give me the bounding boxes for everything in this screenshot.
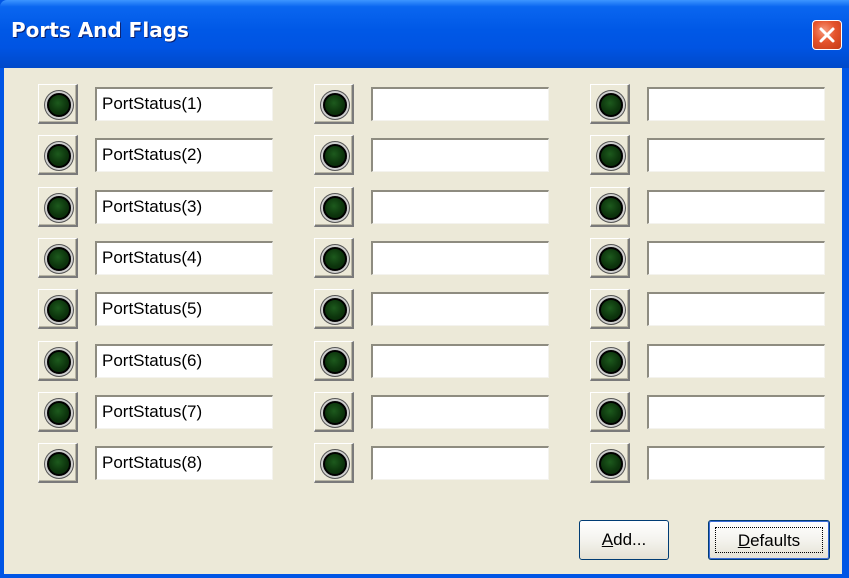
indicator-button[interactable] [314,341,354,381]
led-indicator-icon [599,452,623,476]
led-indicator-icon [323,452,347,476]
indicator-button[interactable] [38,341,78,381]
led-indicator-icon [323,298,347,322]
flag-name-field[interactable] [647,292,825,326]
indicator-button[interactable] [590,135,630,175]
flag-name-field[interactable] [371,87,549,121]
flag-name-field[interactable]: PortStatus(4) [95,241,273,275]
title-bar[interactable]: Ports And Flags [0,0,849,68]
flag-name-field[interactable] [647,87,825,121]
flag-name-field[interactable]: PortStatus(7) [95,395,273,429]
led-indicator-icon [323,247,347,271]
led-indicator-icon [323,401,347,425]
flag-name-field[interactable] [647,241,825,275]
add-button[interactable]: Add... [579,520,669,560]
ports-and-flags-window: Ports And Flags Add... Defaults PortStat… [0,0,849,578]
indicator-button[interactable] [38,187,78,227]
flag-name-field[interactable] [647,446,825,480]
led-indicator-icon [47,452,71,476]
flag-name-field[interactable]: PortStatus(3) [95,190,273,224]
defaults-button-label: efaults [750,531,801,550]
led-indicator-icon [47,144,71,168]
flag-name-field[interactable] [371,190,549,224]
flag-name-field[interactable]: PortStatus(8) [95,446,273,480]
flag-name-field[interactable] [371,241,549,275]
flag-name-field[interactable] [647,138,825,172]
indicator-button[interactable] [38,289,78,329]
led-indicator-icon [47,247,71,271]
flag-name-field[interactable] [647,190,825,224]
indicator-button[interactable] [38,238,78,278]
indicator-button[interactable] [314,392,354,432]
led-indicator-icon [599,196,623,220]
led-indicator-icon [599,144,623,168]
indicator-button[interactable] [314,443,354,483]
flag-name-field[interactable] [371,395,549,429]
add-button-label: dd... [613,530,647,549]
led-indicator-icon [47,93,71,117]
led-indicator-icon [323,144,347,168]
flag-name-field[interactable] [371,344,549,378]
led-indicator-icon [47,401,71,425]
led-indicator-icon [599,298,623,322]
indicator-button[interactable] [590,341,630,381]
indicator-button[interactable] [314,187,354,227]
add-button-mnemonic: A [601,530,614,549]
indicator-button[interactable] [590,392,630,432]
indicator-button[interactable] [38,392,78,432]
led-indicator-icon [323,93,347,117]
indicator-button[interactable] [314,289,354,329]
defaults-button[interactable]: Defaults [708,520,830,560]
led-indicator-icon [47,350,71,374]
led-indicator-icon [599,350,623,374]
led-indicator-icon [599,401,623,425]
indicator-button[interactable] [590,84,630,124]
flag-name-field[interactable] [371,292,549,326]
defaults-button-mnemonic: D [737,531,751,550]
indicator-button[interactable] [314,238,354,278]
flag-name-field[interactable]: PortStatus(6) [95,344,273,378]
indicator-button[interactable] [38,135,78,175]
flag-name-field[interactable] [371,446,549,480]
led-indicator-icon [47,196,71,220]
flag-name-field[interactable] [647,395,825,429]
indicator-button[interactable] [590,443,630,483]
led-indicator-icon [323,196,347,220]
flag-name-field[interactable]: PortStatus(1) [95,87,273,121]
indicator-button[interactable] [314,84,354,124]
flag-name-field[interactable]: PortStatus(2) [95,138,273,172]
led-indicator-icon [599,93,623,117]
indicator-button[interactable] [38,84,78,124]
indicator-button[interactable] [590,289,630,329]
window-title: Ports And Flags [11,18,189,42]
indicator-button[interactable] [314,135,354,175]
led-indicator-icon [323,350,347,374]
flag-name-field[interactable] [371,138,549,172]
flag-name-field[interactable]: PortStatus(5) [95,292,273,326]
focus-rectangle: Defaults [715,527,823,553]
flag-name-field[interactable] [647,344,825,378]
indicator-button[interactable] [38,443,78,483]
indicator-button[interactable] [590,187,630,227]
close-button[interactable] [812,20,842,50]
indicator-button[interactable] [590,238,630,278]
led-indicator-icon [47,298,71,322]
led-indicator-icon [599,247,623,271]
